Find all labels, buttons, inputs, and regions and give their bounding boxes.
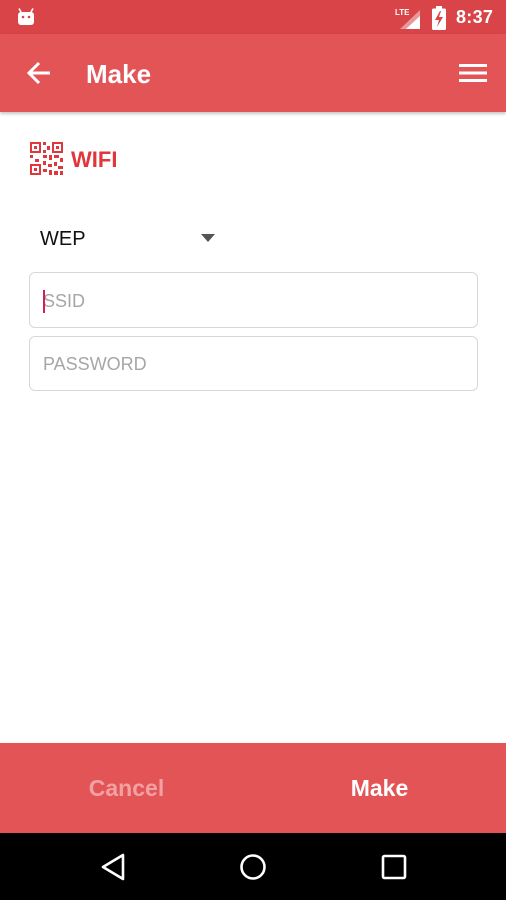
- page-title: Make: [86, 59, 152, 89]
- system-nav-bar: [0, 833, 506, 900]
- status-bar: LTE 8:37: [0, 0, 506, 34]
- bottom-action-bar: Cancel Make: [0, 743, 506, 833]
- battery-charging-icon: [432, 6, 446, 30]
- make-button[interactable]: Make: [253, 743, 506, 833]
- password-field: [29, 336, 478, 391]
- network-label: LTE: [395, 8, 410, 17]
- ssid-input[interactable]: [30, 273, 477, 327]
- nav-home-icon[interactable]: [237, 851, 269, 883]
- lte-signal-icon: LTE: [395, 8, 420, 29]
- text-cursor: [43, 290, 45, 313]
- menu-icon[interactable]: [459, 63, 487, 83]
- app-bar: Make: [0, 34, 506, 112]
- security-type-dropdown[interactable]: WEP: [30, 220, 230, 260]
- section-title: WIFI: [71, 147, 118, 172]
- password-input[interactable]: [30, 337, 477, 390]
- qr-code-icon: [30, 142, 63, 175]
- nav-back-icon[interactable]: [98, 851, 130, 883]
- security-type-value: WEP: [40, 228, 86, 250]
- cancel-button[interactable]: Cancel: [0, 743, 253, 833]
- android-icon: [18, 8, 34, 25]
- back-arrow-icon[interactable]: [26, 61, 52, 85]
- status-time: 8:37: [456, 7, 494, 27]
- dropdown-arrow-icon: [201, 234, 215, 242]
- ssid-field: [29, 272, 478, 328]
- nav-recents-icon[interactable]: [378, 851, 410, 883]
